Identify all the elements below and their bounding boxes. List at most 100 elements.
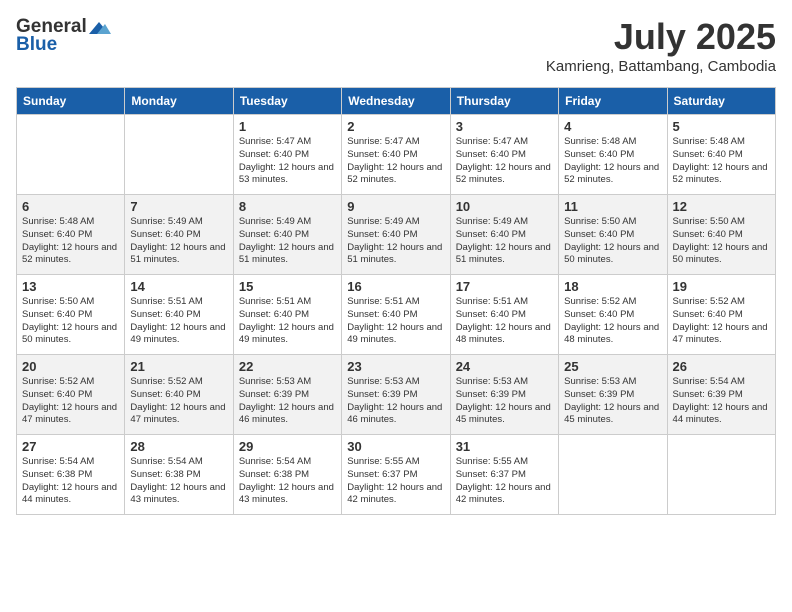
calendar-cell: 18 Sunrise: 5:52 AM Sunset: 6:40 PM Dayli… xyxy=(559,275,667,355)
calendar-cell: 3 Sunrise: 5:47 AM Sunset: 6:40 PM Daylig… xyxy=(450,115,558,195)
calendar-cell: 26 Sunrise: 5:54 AM Sunset: 6:39 PM Dayli… xyxy=(667,355,775,435)
day-info: Sunrise: 5:54 AM Sunset: 6:39 PM Dayligh… xyxy=(673,376,770,427)
calendar-cell: 5 Sunrise: 5:48 AM Sunset: 6:40 PM Daylig… xyxy=(667,115,775,195)
day-number: 31 xyxy=(456,439,553,454)
day-info: Sunrise: 5:55 AM Sunset: 6:37 PM Dayligh… xyxy=(347,456,444,507)
logo-icon xyxy=(89,20,111,36)
week-row-1: 1 Sunrise: 5:47 AM Sunset: 6:40 PM Daylig… xyxy=(17,115,776,195)
day-number: 20 xyxy=(22,359,119,374)
calendar-cell: 31 Sunrise: 5:55 AM Sunset: 6:37 PM Dayli… xyxy=(450,435,558,515)
day-info: Sunrise: 5:54 AM Sunset: 6:38 PM Dayligh… xyxy=(239,456,336,507)
calendar-cell: 8 Sunrise: 5:49 AM Sunset: 6:40 PM Daylig… xyxy=(233,195,341,275)
day-info: Sunrise: 5:49 AM Sunset: 6:40 PM Dayligh… xyxy=(239,216,336,267)
calendar-header: SundayMondayTuesdayWednesdayThursdayFrid… xyxy=(17,88,776,115)
calendar-cell: 4 Sunrise: 5:48 AM Sunset: 6:40 PM Daylig… xyxy=(559,115,667,195)
calendar-cell: 27Sunrise: 5:54 AM Sunset: 6:38 PM Dayli… xyxy=(17,435,125,515)
day-number: 7 xyxy=(130,199,227,214)
day-info: Sunrise: 5:54 AM Sunset: 6:38 PM Dayligh… xyxy=(22,456,119,507)
day-info: Sunrise: 5:53 AM Sunset: 6:39 PM Dayligh… xyxy=(456,376,553,427)
day-info: Sunrise: 5:48 AM Sunset: 6:40 PM Dayligh… xyxy=(564,136,661,187)
day-number: 30 xyxy=(347,439,444,454)
calendar-cell: 9 Sunrise: 5:49 AM Sunset: 6:40 PM Daylig… xyxy=(342,195,450,275)
day-info: Sunrise: 5:52 AM Sunset: 6:40 PM Dayligh… xyxy=(22,376,119,427)
calendar-cell: 19 Sunrise: 5:52 AM Sunset: 6:40 PM Dayli… xyxy=(667,275,775,355)
calendar-table: SundayMondayTuesdayWednesdayThursdayFrid… xyxy=(16,87,776,515)
calendar-cell: 25Sunrise: 5:53 AM Sunset: 6:39 PM Dayli… xyxy=(559,355,667,435)
calendar-cell: 14 Sunrise: 5:51 AM Sunset: 6:40 PM Dayli… xyxy=(125,275,233,355)
col-header-tuesday: Tuesday xyxy=(233,88,341,115)
day-number: 28 xyxy=(130,439,227,454)
col-header-wednesday: Wednesday xyxy=(342,88,450,115)
day-number: 17 xyxy=(456,279,553,294)
day-number: 18 xyxy=(564,279,661,294)
day-number: 13 xyxy=(22,279,119,294)
calendar-subtitle: Kamrieng, Battambang, Cambodia xyxy=(546,58,776,75)
day-number: 21 xyxy=(130,359,227,374)
title-area: July 2025 Kamrieng, Battambang, Cambodia xyxy=(546,16,776,75)
day-info: Sunrise: 5:52 AM Sunset: 6:40 PM Dayligh… xyxy=(564,296,661,347)
day-number: 16 xyxy=(347,279,444,294)
day-number: 11 xyxy=(564,199,661,214)
day-info: Sunrise: 5:51 AM Sunset: 6:40 PM Dayligh… xyxy=(456,296,553,347)
calendar-cell: 16Sunrise: 5:51 AM Sunset: 6:40 PM Dayli… xyxy=(342,275,450,355)
page-header: General Blue July 2025 Kamrieng, Battamb… xyxy=(16,16,776,75)
day-info: Sunrise: 5:48 AM Sunset: 6:40 PM Dayligh… xyxy=(673,136,770,187)
day-number: 25 xyxy=(564,359,661,374)
day-info: Sunrise: 5:47 AM Sunset: 6:40 PM Dayligh… xyxy=(347,136,444,187)
calendar-cell: 23 Sunrise: 5:53 AM Sunset: 6:39 PM Dayli… xyxy=(342,355,450,435)
calendar-cell xyxy=(559,435,667,515)
col-header-saturday: Saturday xyxy=(667,88,775,115)
day-info: Sunrise: 5:47 AM Sunset: 6:40 PM Dayligh… xyxy=(456,136,553,187)
day-info: Sunrise: 5:53 AM Sunset: 6:39 PM Dayligh… xyxy=(347,376,444,427)
calendar-cell: 30 Sunrise: 5:55 AM Sunset: 6:37 PM Dayli… xyxy=(342,435,450,515)
day-info: Sunrise: 5:52 AM Sunset: 6:40 PM Dayligh… xyxy=(130,376,227,427)
calendar-cell: 10 Sunrise: 5:49 AM Sunset: 6:40 PM Dayli… xyxy=(450,195,558,275)
days-of-week-row: SundayMondayTuesdayWednesdayThursdayFrid… xyxy=(17,88,776,115)
calendar-cell: 7 Sunrise: 5:49 AM Sunset: 6:40 PM Daylig… xyxy=(125,195,233,275)
calendar-cell: 21 Sunrise: 5:52 AM Sunset: 6:40 PM Dayli… xyxy=(125,355,233,435)
day-info: Sunrise: 5:50 AM Sunset: 6:40 PM Dayligh… xyxy=(564,216,661,267)
day-number: 29 xyxy=(239,439,336,454)
calendar-cell: 13Sunrise: 5:50 AM Sunset: 6:40 PM Dayli… xyxy=(17,275,125,355)
col-header-thursday: Thursday xyxy=(450,88,558,115)
day-number: 5 xyxy=(673,119,770,134)
calendar-cell: 1 Sunrise: 5:47 AM Sunset: 6:40 PM Daylig… xyxy=(233,115,341,195)
day-info: Sunrise: 5:49 AM Sunset: 6:40 PM Dayligh… xyxy=(130,216,227,267)
day-number: 3 xyxy=(456,119,553,134)
day-info: Sunrise: 5:54 AM Sunset: 6:38 PM Dayligh… xyxy=(130,456,227,507)
day-info: Sunrise: 5:53 AM Sunset: 6:39 PM Dayligh… xyxy=(239,376,336,427)
day-number: 15 xyxy=(239,279,336,294)
calendar-cell: 6 Sunrise: 5:48 AM Sunset: 6:40 PM Daylig… xyxy=(17,195,125,275)
day-info: Sunrise: 5:47 AM Sunset: 6:40 PM Dayligh… xyxy=(239,136,336,187)
logo: General Blue xyxy=(16,16,111,56)
day-number: 4 xyxy=(564,119,661,134)
day-info: Sunrise: 5:52 AM Sunset: 6:40 PM Dayligh… xyxy=(673,296,770,347)
col-header-monday: Monday xyxy=(125,88,233,115)
calendar-cell: 28 Sunrise: 5:54 AM Sunset: 6:38 PM Dayli… xyxy=(125,435,233,515)
day-number: 19 xyxy=(673,279,770,294)
day-number: 6 xyxy=(22,199,119,214)
day-info: Sunrise: 5:48 AM Sunset: 6:40 PM Dayligh… xyxy=(22,216,119,267)
calendar-cell: 29 Sunrise: 5:54 AM Sunset: 6:38 PM Dayli… xyxy=(233,435,341,515)
calendar-body: 1 Sunrise: 5:47 AM Sunset: 6:40 PM Daylig… xyxy=(17,115,776,515)
calendar-cell: 15 Sunrise: 5:51 AM Sunset: 6:40 PM Dayli… xyxy=(233,275,341,355)
calendar-cell: 11 Sunrise: 5:50 AM Sunset: 6:40 PM Dayli… xyxy=(559,195,667,275)
week-row-4: 20 Sunrise: 5:52 AM Sunset: 6:40 PM Dayli… xyxy=(17,355,776,435)
day-number: 10 xyxy=(456,199,553,214)
day-info: Sunrise: 5:51 AM Sunset: 6:40 PM Dayligh… xyxy=(239,296,336,347)
day-number: 26 xyxy=(673,359,770,374)
day-info: Sunrise: 5:55 AM Sunset: 6:37 PM Dayligh… xyxy=(456,456,553,507)
day-number: 23 xyxy=(347,359,444,374)
day-info: Sunrise: 5:49 AM Sunset: 6:40 PM Dayligh… xyxy=(347,216,444,267)
day-number: 2 xyxy=(347,119,444,134)
calendar-cell: 17 Sunrise: 5:51 AM Sunset: 6:40 PM Dayli… xyxy=(450,275,558,355)
day-number: 8 xyxy=(239,199,336,214)
day-number: 1 xyxy=(239,119,336,134)
day-info: Sunrise: 5:49 AM Sunset: 6:40 PM Dayligh… xyxy=(456,216,553,267)
day-number: 9 xyxy=(347,199,444,214)
logo-blue-text: Blue xyxy=(16,34,57,56)
calendar-cell xyxy=(667,435,775,515)
day-number: 22 xyxy=(239,359,336,374)
day-info: Sunrise: 5:51 AM Sunset: 6:40 PM Dayligh… xyxy=(130,296,227,347)
day-number: 14 xyxy=(130,279,227,294)
